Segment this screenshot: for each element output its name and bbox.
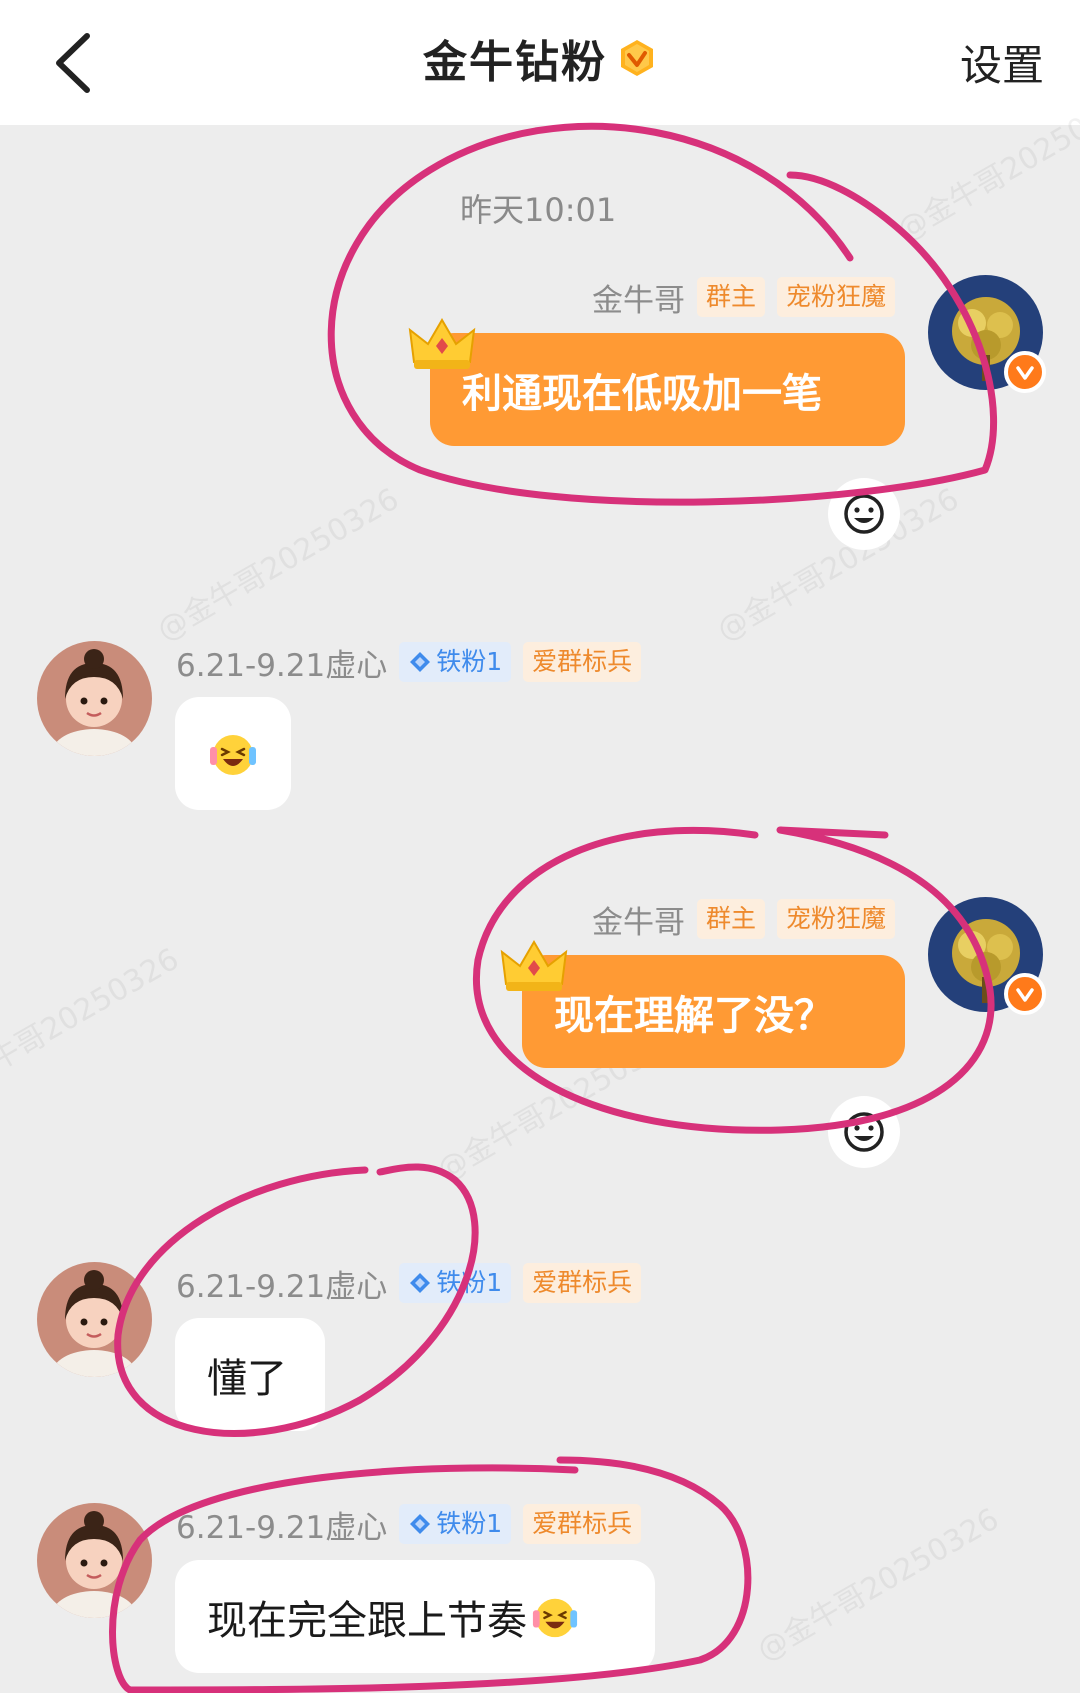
- watermark: @金牛哥20250326: [751, 1501, 1005, 1669]
- sender-name: 6.21-9.21虚心: [176, 1509, 388, 1546]
- title-group: 金牛钻粉: [0, 20, 1080, 96]
- owner-tag: 群主: [697, 277, 766, 317]
- hand-drawn-annotation-overlay: [109, 122, 998, 1693]
- message-text: 懂了: [207, 1355, 287, 1402]
- message-bubble[interactable]: 现在理解了没？: [522, 955, 905, 1068]
- message-bubble[interactable]: 懂了: [175, 1318, 325, 1431]
- add-reaction-button[interactable]: [828, 1096, 900, 1168]
- sender-info: 6.21-9.21虚心 铁粉1 爱群标兵: [176, 1259, 642, 1307]
- sender-info: 6.21-9.21虚心 铁粉1 爱群标兵: [176, 638, 642, 686]
- message-timestamp: 昨天10:01: [460, 191, 617, 229]
- message-bubble[interactable]: 现在完全跟上节奏: [175, 1560, 655, 1673]
- sender-name: 金牛哥: [592, 904, 685, 941]
- laughing-crying-emoji-icon: [210, 734, 256, 775]
- fan-level-label: 铁粉1: [436, 1509, 503, 1538]
- add-reaction-button[interactable]: [828, 478, 900, 550]
- fan-level-label: 铁粉1: [436, 647, 503, 676]
- title-tag: 宠粉狂魔: [777, 899, 896, 939]
- girl-avatar-icon: [37, 641, 152, 756]
- sender-avatar[interactable]: [37, 1262, 152, 1377]
- girl-avatar-icon: [37, 1262, 152, 1377]
- fan-level-tag: 铁粉1: [399, 642, 512, 682]
- smiley-add-icon: [844, 494, 884, 534]
- verified-badge-icon: [621, 40, 653, 76]
- message-text: 利通现在低吸加一笔: [462, 370, 822, 417]
- title-tag: 爱群标兵: [523, 1263, 642, 1303]
- message-text: 现在理解了没？: [554, 992, 834, 1039]
- top-bar: 金牛钻粉 设置: [0, 0, 1080, 125]
- crown-icon: [408, 318, 476, 369]
- page-title: 金牛钻粉: [423, 37, 607, 88]
- title-tag: 宠粉狂魔: [777, 277, 896, 317]
- diamond-icon: [410, 652, 431, 672]
- message-bubble[interactable]: 利通现在低吸加一笔: [430, 333, 905, 446]
- sender-info: 金牛哥 群主 宠粉狂魔: [592, 895, 896, 943]
- laughing-crying-emoji-icon: [532, 1598, 578, 1637]
- girl-avatar-icon: [37, 1503, 152, 1618]
- verified-badge-icon: [1004, 973, 1046, 1015]
- diamond-icon: [410, 1273, 431, 1293]
- fan-level-tag: 铁粉1: [399, 1263, 512, 1303]
- title-tag: 爱群标兵: [523, 1504, 642, 1544]
- diamond-icon: [410, 1514, 431, 1534]
- sender-name: 6.21-9.21虚心: [176, 647, 388, 684]
- crown-icon: [500, 940, 568, 991]
- watermark: @金牛哥20250326: [0, 941, 185, 1109]
- owner-tag: 群主: [697, 899, 766, 939]
- sender-avatar[interactable]: [37, 1503, 152, 1618]
- sender-name: 金牛哥: [592, 282, 685, 319]
- fan-level-label: 铁粉1: [436, 1268, 503, 1297]
- sender-name: 6.21-9.21虚心: [176, 1268, 388, 1305]
- smiley-add-icon: [844, 1112, 884, 1152]
- watermark: @金牛哥20250326: [151, 481, 405, 649]
- sender-info: 金牛哥 群主 宠粉狂魔: [592, 273, 896, 321]
- message-bubble[interactable]: [175, 697, 291, 810]
- message-text: 现在完全跟上节奏: [207, 1597, 527, 1644]
- verified-badge-icon: [1004, 351, 1046, 393]
- sender-avatar[interactable]: [37, 641, 152, 756]
- fan-level-tag: 铁粉1: [399, 1504, 512, 1544]
- title-tag: 爱群标兵: [523, 642, 642, 682]
- sender-info: 6.21-9.21虚心 铁粉1 爱群标兵: [176, 1500, 642, 1548]
- settings-button[interactable]: 设置: [960, 32, 1044, 93]
